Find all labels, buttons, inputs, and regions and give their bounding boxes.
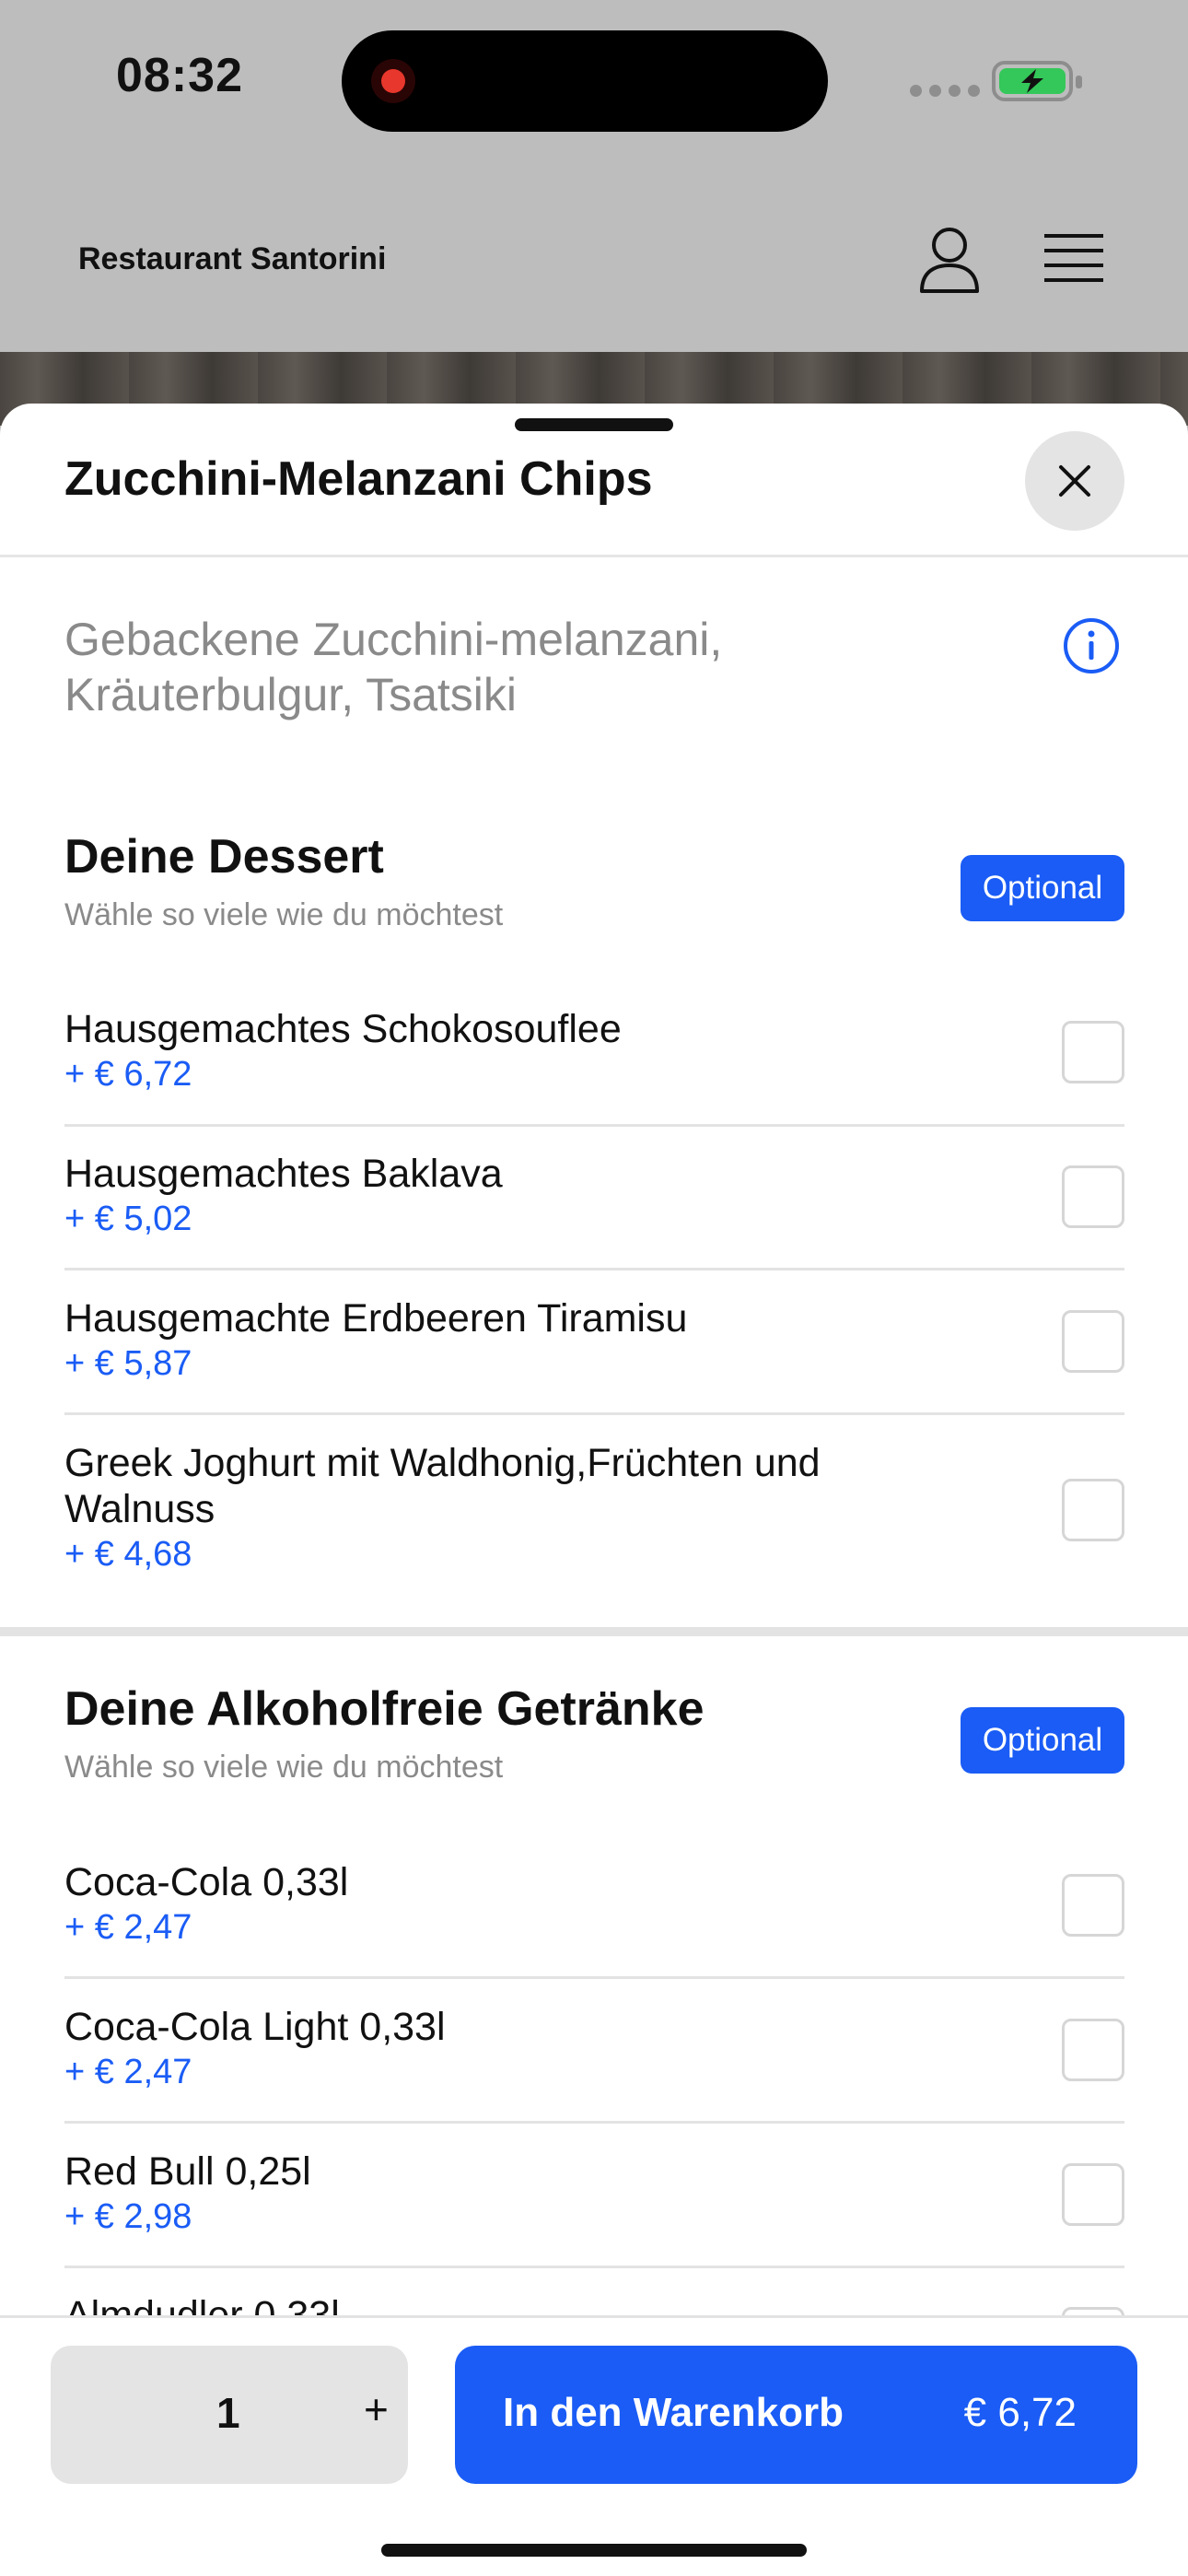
section-subtitle: Wähle so viele wie du möchtest <box>64 897 504 932</box>
close-button[interactable] <box>1025 431 1124 531</box>
bottom-action-bar: 1 + In den Warenkorb € 6,72 <box>0 2315 1188 2576</box>
row-divider <box>64 1412 1124 1415</box>
section-getraenke: Deine Alkoholfreie Getränke Wähle so vie… <box>0 1681 1188 1792</box>
option-baklava[interactable]: Hausgemachtes Baklava + € 5,02 <box>64 1151 1124 1241</box>
close-icon <box>1059 465 1090 497</box>
home-indicator <box>381 2544 807 2557</box>
add-to-cart-button[interactable]: In den Warenkorb € 6,72 <box>455 2346 1137 2484</box>
option-greek-joghurt[interactable]: Greek Joghurt mit Waldhonig,Früchten und… <box>64 1440 1124 1576</box>
option-price: + € 6,72 <box>64 1055 192 1094</box>
add-to-cart-label: In den Warenkorb <box>503 2390 844 2435</box>
recording-indicator-icon <box>371 59 415 103</box>
option-name: Hausgemachtes Baklava <box>64 1152 503 1196</box>
option-name: Hausgemachte Erdbeeren Tiramisu <box>64 1296 688 1341</box>
row-divider <box>64 2266 1124 2268</box>
option-name: Coca-Cola Light 0,33l <box>64 2005 446 2049</box>
option-price: + € 2,47 <box>64 2053 192 2091</box>
status-bar: 08:32 <box>0 0 1188 166</box>
quantity-plus-button[interactable]: + <box>364 2384 389 2434</box>
signal-icon <box>910 85 980 97</box>
option-checkbox[interactable] <box>1062 2019 1124 2081</box>
user-icon[interactable] <box>917 225 982 295</box>
row-divider <box>64 1124 1124 1127</box>
section-title: Deine Dessert <box>64 830 384 884</box>
section-subtitle: Wähle so viele wie du möchtest <box>64 1750 504 1785</box>
option-price: + € 2,47 <box>64 1908 192 1947</box>
section-separator <box>0 1627 1188 1636</box>
row-divider <box>64 2121 1124 2124</box>
optional-badge: Optional <box>961 855 1124 921</box>
option-checkbox[interactable] <box>1062 1021 1124 1083</box>
quantity-stepper[interactable]: 1 + <box>51 2346 408 2484</box>
app-header: Restaurant Santorini <box>0 203 1188 350</box>
option-name: Greek Joghurt mit Waldhonig,Früchten und… <box>64 1441 821 1531</box>
option-red-bull[interactable]: Red Bull 0,25l + € 2,98 <box>64 2149 1124 2239</box>
option-price: + € 5,02 <box>64 1200 192 1238</box>
row-divider <box>64 1268 1124 1270</box>
option-price: + € 5,87 <box>64 1344 192 1383</box>
dynamic-island <box>342 30 828 132</box>
cart-total-price: € 6,72 <box>963 2390 1077 2435</box>
quantity-value: 1 <box>216 2389 240 2437</box>
option-price: + € 2,98 <box>64 2197 192 2236</box>
divider <box>0 555 1188 557</box>
hamburger-menu-icon[interactable] <box>1042 230 1105 287</box>
option-checkbox[interactable] <box>1062 1874 1124 1937</box>
product-title: Zucchini-Melanzani Chips <box>64 452 653 506</box>
option-checkbox[interactable] <box>1062 1165 1124 1228</box>
option-schokosouflee[interactable]: Hausgemachtes Schokosouflee + € 6,72 <box>64 1006 1124 1096</box>
option-name: Coca-Cola 0,33l <box>64 1860 349 1904</box>
option-checkbox[interactable] <box>1062 1310 1124 1373</box>
restaurant-name: Restaurant Santorini <box>78 241 387 276</box>
option-coca-cola[interactable]: Coca-Cola 0,33l + € 2,47 <box>64 1859 1124 1950</box>
option-name: Hausgemachtes Schokosouflee <box>64 1007 622 1051</box>
battery-charging-icon <box>992 61 1082 101</box>
option-price: + € 4,68 <box>64 1535 192 1574</box>
product-description: Gebackene Zucchini-melanzani, Kräuterbul… <box>64 614 723 720</box>
sheet-grabber[interactable] <box>515 418 673 431</box>
info-icon[interactable] <box>1063 617 1120 674</box>
option-name: Red Bull 0,25l <box>64 2149 311 2194</box>
section-title: Deine Alkoholfreie Getränke <box>64 1682 705 1736</box>
row-divider <box>64 1976 1124 1979</box>
option-checkbox[interactable] <box>1062 2163 1124 2226</box>
option-coca-cola-light[interactable]: Coca-Cola Light 0,33l + € 2,47 <box>64 2004 1124 2094</box>
option-tiramisu[interactable]: Hausgemachte Erdbeeren Tiramisu + € 5,87 <box>64 1295 1124 1386</box>
optional-badge: Optional <box>961 1707 1124 1774</box>
product-sheet: Zucchini-Melanzani Chips Gebackene Zucch… <box>0 404 1188 2576</box>
option-checkbox[interactable] <box>1062 1479 1124 1541</box>
status-time: 08:32 <box>116 49 243 102</box>
screen: 08:32 Restaurant Santorini Zucchini-Mela… <box>0 0 1188 2576</box>
